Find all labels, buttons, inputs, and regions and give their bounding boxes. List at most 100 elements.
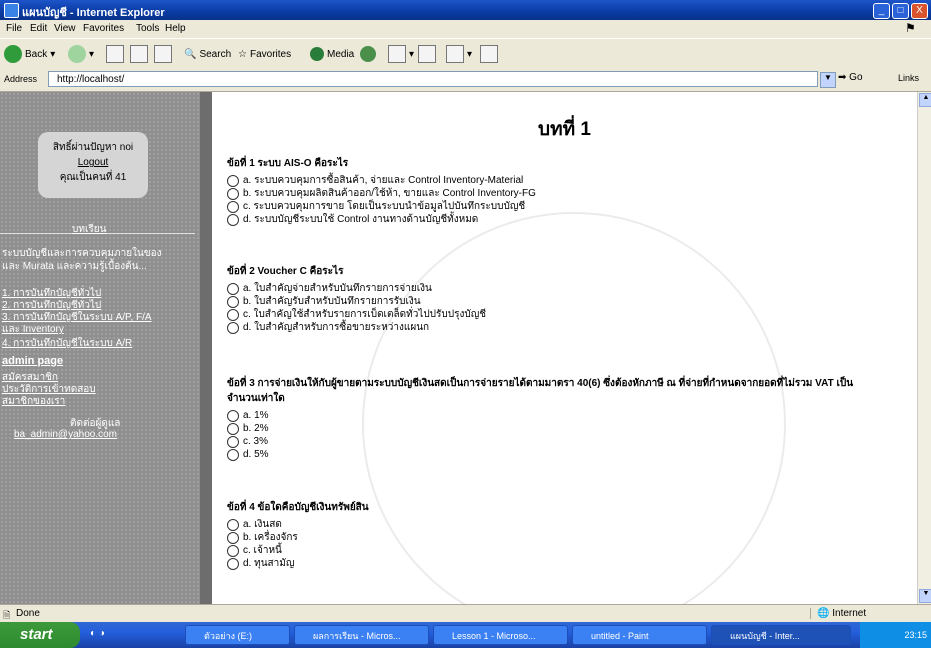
links-button[interactable]: Links <box>898 73 919 83</box>
members-link[interactable]: สมาชิกของเรา <box>2 394 65 409</box>
status-text: Done <box>16 608 40 619</box>
radio-icon[interactable] <box>227 531 239 544</box>
minimize-button[interactable]: _ <box>873 3 890 19</box>
back-arrow-icon <box>4 45 22 63</box>
sidebar: สิทธิ์ผ่านปัญหา noi Logout คุณเป็นคนที่ … <box>0 92 200 604</box>
sidebar-scrollbar[interactable] <box>200 92 212 604</box>
sidebar-intro-2: และ Murata และความรู้เบื้องต้น... <box>2 261 147 272</box>
question-1: ข้อที่ 1 ระบบ AIS-O คือระไร a. ระบบควบคุ… <box>227 156 877 226</box>
question-4: ข้อที่ 4 ข้อใดคือบัญชีเงินทรัพย์สิน a. เ… <box>227 500 877 570</box>
radio-icon[interactable] <box>227 422 239 435</box>
system-tray: 23:15 <box>860 622 931 648</box>
option-3d[interactable]: d. 5% <box>227 448 877 461</box>
radio-icon[interactable] <box>227 448 239 461</box>
star-icon: ☆ <box>238 48 247 60</box>
scroll-down-icon[interactable]: ▼ <box>919 589 931 603</box>
task-paint[interactable]: untitled - Paint <box>572 625 707 645</box>
radio-icon[interactable] <box>227 435 239 448</box>
task-word-2[interactable]: Lesson 1 - Microso... <box>433 625 568 645</box>
back-button[interactable]: Back ▾ <box>4 44 55 64</box>
forward-button[interactable]: ▾ <box>68 44 94 64</box>
history-button[interactable] <box>360 44 376 64</box>
home-button[interactable] <box>154 44 172 64</box>
menu-help[interactable]: Help <box>165 23 186 34</box>
option-2d[interactable]: d. ใบสำคัญสำหรับการซื้อขายระหว่างแผนก <box>227 321 877 334</box>
logout-link[interactable]: Logout <box>38 157 148 168</box>
radio-icon[interactable] <box>227 308 239 321</box>
divider <box>0 233 195 234</box>
radio-icon[interactable] <box>227 409 239 422</box>
radio-icon[interactable] <box>227 557 239 570</box>
maximize-button[interactable]: □ <box>892 3 909 19</box>
menu-edit[interactable]: Edit <box>30 23 47 34</box>
option-3b[interactable]: b. 2% <box>227 422 877 435</box>
menu-file[interactable]: File <box>6 23 22 34</box>
task-explorer[interactable]: ตัวอย่าง (E:) <box>185 625 290 645</box>
windows-flag-icon: ⚑ <box>905 21 916 35</box>
option-3a[interactable]: a. 1% <box>227 409 877 422</box>
edit-button[interactable]: ▾ <box>446 44 472 64</box>
mail-icon <box>388 45 406 63</box>
start-button[interactable]: start <box>0 622 80 648</box>
discuss-button[interactable] <box>480 44 498 64</box>
go-button[interactable]: ➡ Go <box>838 72 863 83</box>
question-text: ข้อที่ 2 Voucher C คือระไร <box>227 266 344 277</box>
scroll-up-icon[interactable]: ▲ <box>919 93 931 107</box>
address-input[interactable]: http://localhost/ <box>48 71 818 87</box>
sidebar-heading: บทเรียน <box>72 224 107 235</box>
radio-icon[interactable] <box>227 174 239 187</box>
clock: 23:15 <box>904 630 927 640</box>
option-1d[interactable]: d. ระบบบัญชีระบบใช้ Control งานทางด้านบั… <box>227 213 877 226</box>
menu-tools[interactable]: Tools <box>136 23 159 34</box>
stop-icon <box>106 45 124 63</box>
stop-button[interactable] <box>106 44 124 64</box>
address-bar: Address http://localhost/ ▼ ➡ Go Links <box>0 69 931 92</box>
media-icon <box>310 47 324 61</box>
admin-page-link[interactable]: admin page <box>2 355 63 367</box>
question-2: ข้อที่ 2 Voucher C คือระไร a. ใบสำคัญจ่า… <box>227 264 877 334</box>
window-title: แผนบัญชี - Internet Explorer <box>22 7 165 19</box>
option-4a[interactable]: a. เงินสด <box>227 518 877 531</box>
radio-icon[interactable] <box>227 295 239 308</box>
search-button[interactable]: 🔍 Search <box>184 44 231 64</box>
user-box: สิทธิ์ผ่านปัญหา noi Logout คุณเป็นคนที่ … <box>38 132 148 198</box>
quick-launch-icon[interactable]: ◐ ◑ <box>90 628 105 639</box>
title-bar: แผนบัญชี - Internet Explorer _ □ X <box>0 0 931 20</box>
taskbar: start ◐ ◑ ตัวอย่าง (E:) ผลการเรียน - Mic… <box>0 622 931 648</box>
task-ie[interactable]: แผนบัญชี - Inter... <box>711 625 851 645</box>
email-link[interactable]: ba_admin@yahoo.com <box>14 429 117 440</box>
refresh-icon <box>130 45 148 63</box>
toolbar: Back ▾ ▾ 🔍 Search ☆ Favorites Media ▾ ▾ <box>0 38 931 70</box>
radio-icon[interactable] <box>227 213 239 226</box>
option-4d[interactable]: d. ทุนสามัญ <box>227 557 877 570</box>
option-4c[interactable]: c. เจ้าหนี้ <box>227 544 877 557</box>
mail-button[interactable]: ▾ <box>388 44 414 64</box>
favorites-button[interactable]: ☆ Favorites <box>238 44 291 64</box>
menu-view[interactable]: View <box>54 23 76 34</box>
sidebar-link-3b[interactable]: และ Inventory <box>2 322 64 337</box>
edit-icon <box>446 45 464 63</box>
media-button[interactable]: Media <box>310 44 354 64</box>
option-3c[interactable]: c. 3% <box>227 435 877 448</box>
question-text: ข้อที่ 1 ระบบ AIS-O คือระไร <box>227 158 349 169</box>
ie-icon <box>4 3 19 18</box>
radio-icon[interactable] <box>227 544 239 557</box>
radio-icon[interactable] <box>227 187 239 200</box>
home-icon <box>154 45 172 63</box>
radio-icon[interactable] <box>227 518 239 531</box>
address-dropdown-icon[interactable]: ▼ <box>820 72 836 88</box>
radio-icon[interactable] <box>227 321 239 334</box>
close-button[interactable]: X <box>911 3 928 19</box>
content-scrollbar[interactable]: ▲ ▼ <box>917 92 931 604</box>
task-word-1[interactable]: ผลการเรียน - Micros... <box>294 625 429 645</box>
sidebar-link-4[interactable]: 4. การบันทึกบัญชีในระบบ A/R <box>2 336 132 351</box>
radio-icon[interactable] <box>227 200 239 213</box>
option-4b[interactable]: b. เครื่องจักร <box>227 531 877 544</box>
visitor-count: คุณเป็นคนที่ 41 <box>59 172 127 183</box>
print-icon <box>418 45 436 63</box>
refresh-button[interactable] <box>130 44 148 64</box>
print-button[interactable] <box>418 44 436 64</box>
question-3: ข้อที่ 3 การจ่ายเงินให้กับผู้ขายตามระบบบ… <box>227 376 877 461</box>
radio-icon[interactable] <box>227 282 239 295</box>
menu-favorites[interactable]: Favorites <box>83 23 124 34</box>
